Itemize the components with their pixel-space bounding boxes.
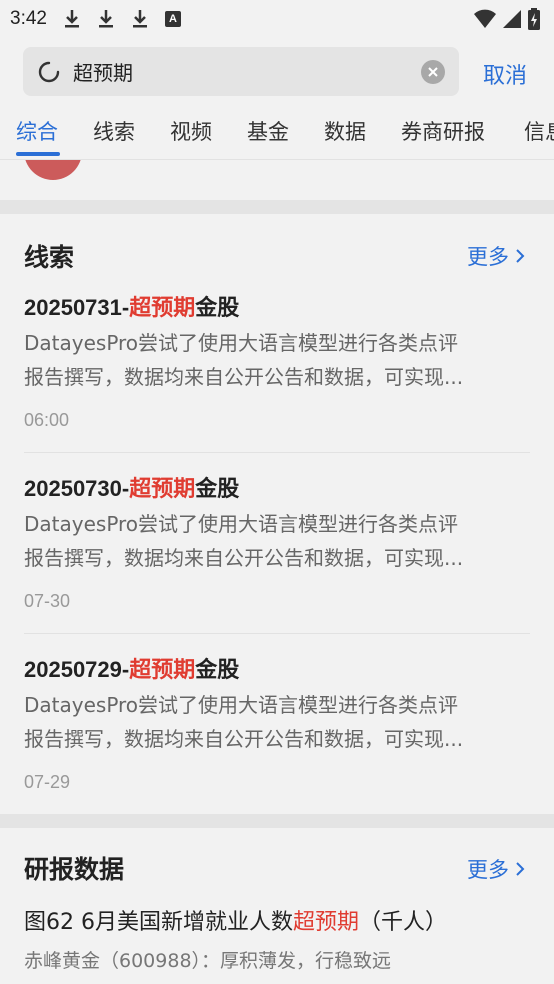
tab-info[interactable]: 信息 bbox=[524, 116, 554, 146]
search-input[interactable] bbox=[73, 59, 393, 84]
tab-clues[interactable]: 线索 bbox=[93, 116, 135, 146]
section-title: 线索 bbox=[24, 243, 75, 272]
report-title: 图62 6月美国新增就业人数超预期（千人） bbox=[24, 910, 448, 935]
chevron-right-icon bbox=[516, 862, 525, 876]
section-gap bbox=[0, 200, 554, 214]
tab-broker-research[interactable]: 券商研报 bbox=[401, 116, 485, 146]
research-more-link[interactable]: 更多 bbox=[467, 854, 525, 884]
chevron-right-icon bbox=[516, 249, 525, 263]
category-tabs: 综合 线索 视频 基金 数据 券商研报 信息 bbox=[0, 104, 554, 160]
item-time: 07-30 bbox=[24, 591, 71, 611]
signal-icon bbox=[503, 10, 521, 28]
item-time: 06:00 bbox=[24, 410, 70, 430]
download-icon bbox=[132, 10, 147, 28]
loading-icon bbox=[38, 61, 60, 82]
research-data-section: 研报数据 更多 图62 6月美国新增就业人数超预期（千人） 赤峰黄金（60098… bbox=[0, 828, 554, 984]
avatar bbox=[24, 160, 82, 180]
status-time: 3:42 bbox=[10, 8, 47, 29]
tab-data[interactable]: 数据 bbox=[324, 116, 366, 146]
tab-videos[interactable]: 视频 bbox=[170, 116, 212, 146]
more-label: 更多 bbox=[467, 245, 509, 269]
divider bbox=[24, 452, 530, 453]
more-label: 更多 bbox=[467, 858, 509, 882]
item-description: DatayesPro尝试了使用大语言模型进行各类点评 报告撰写，数据均来自公开公… bbox=[24, 693, 464, 751]
a-icon: A bbox=[164, 11, 181, 27]
clues-more-link[interactable]: 更多 bbox=[467, 241, 525, 271]
item-title: 20250731-超预期金股 bbox=[24, 295, 240, 320]
item-description: DatayesPro尝试了使用大语言模型进行各类点评 报告撰写，数据均来自公开公… bbox=[24, 512, 464, 570]
search-bar: 取消 bbox=[0, 38, 554, 104]
clear-search-button[interactable] bbox=[421, 60, 445, 84]
cancel-button[interactable]: 取消 bbox=[483, 58, 527, 90]
tab-funds[interactable]: 基金 bbox=[247, 116, 289, 146]
system-icons bbox=[474, 8, 540, 30]
battery-icon bbox=[528, 8, 540, 30]
wifi-icon bbox=[474, 9, 496, 28]
item-title: 20250730-超预期金股 bbox=[24, 476, 240, 501]
clues-section: 线索 更多 20250731-超预期金股 DatayesPro尝试了使用大语言模… bbox=[0, 214, 554, 814]
item-description: DatayesPro尝试了使用大语言模型进行各类点评 报告撰写，数据均来自公开公… bbox=[24, 331, 464, 389]
previous-content-peek bbox=[0, 160, 554, 200]
section-gap bbox=[0, 814, 554, 828]
active-tab-indicator bbox=[16, 152, 60, 156]
search-box[interactable] bbox=[23, 47, 459, 96]
item-time: 07-29 bbox=[24, 772, 71, 792]
download-icon bbox=[64, 10, 79, 28]
item-title: 20250729-超预期金股 bbox=[24, 657, 240, 682]
divider bbox=[24, 633, 530, 634]
notification-icons: A bbox=[63, 9, 181, 29]
close-icon bbox=[428, 67, 438, 77]
status-bar: 3:42 A bbox=[0, 0, 554, 38]
section-title: 研报数据 bbox=[24, 855, 125, 884]
download-icon bbox=[98, 10, 113, 28]
tab-all[interactable]: 综合 bbox=[16, 116, 58, 146]
report-source: 赤峰黄金（600988）：厚积薄发，行稳致远 bbox=[24, 950, 392, 972]
